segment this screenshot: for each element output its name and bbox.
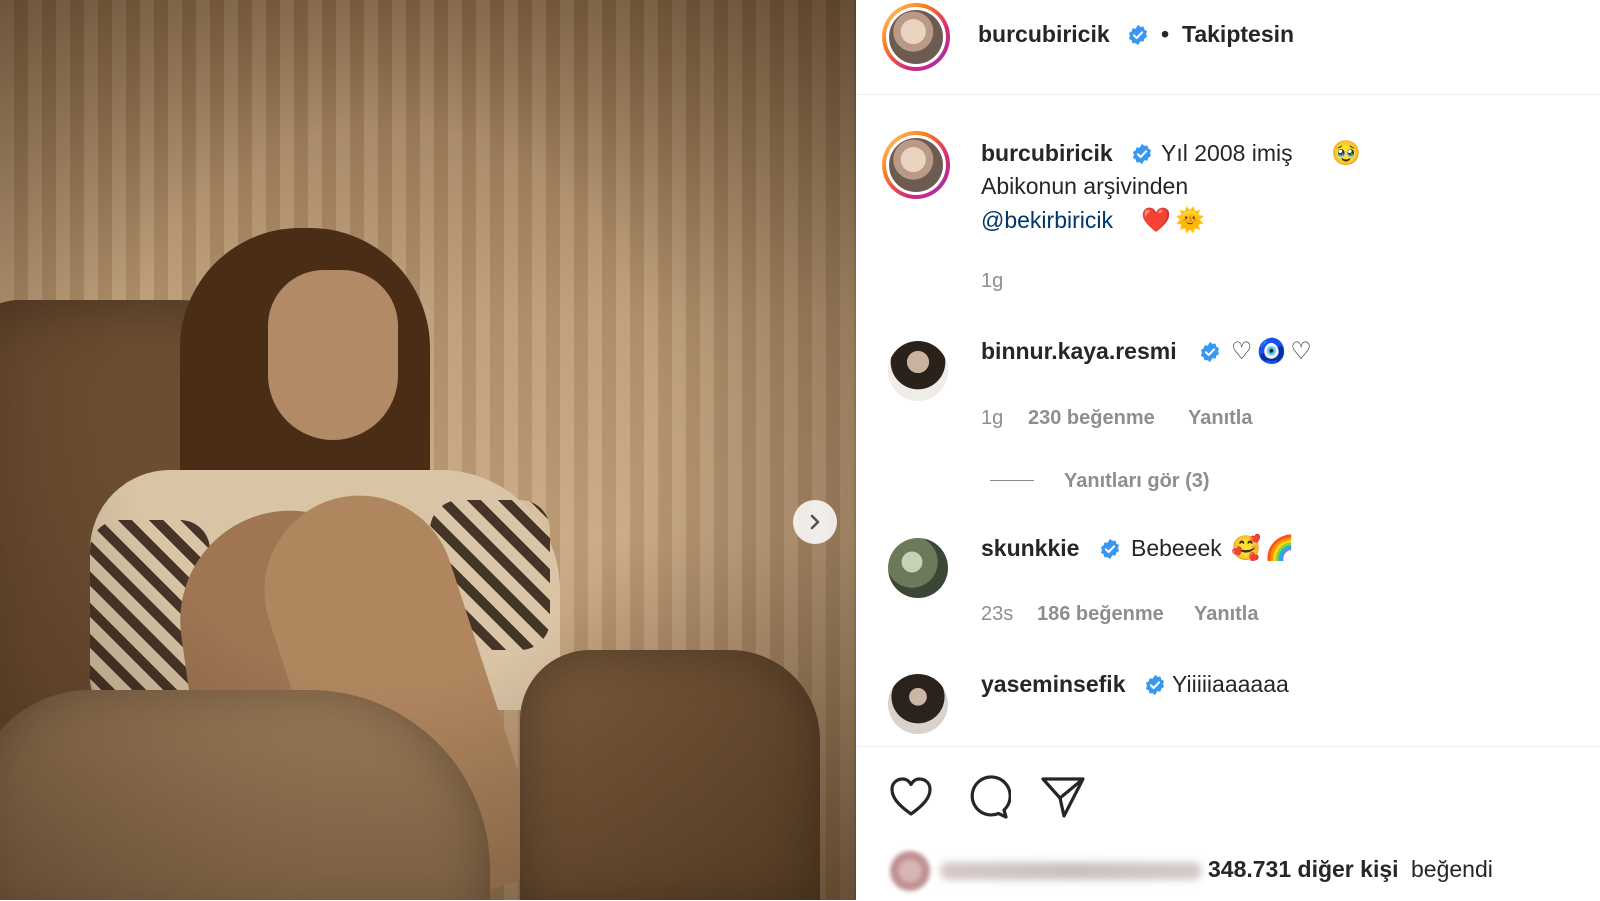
comment-username[interactable]: skunkkie: [981, 535, 1079, 562]
author-avatar[interactable]: [882, 3, 950, 71]
caption-mention-link[interactable]: @bekirbiricik: [981, 207, 1113, 234]
comment-likes[interactable]: 186 beğenme: [1037, 603, 1164, 626]
caption-timestamp[interactable]: 1g: [981, 270, 1003, 293]
post-side-panel: burcubiricik • Takiptesin burcubiricik Y…: [856, 0, 1600, 900]
verified-badge-icon: [1145, 674, 1165, 696]
liker-name-blurred: [940, 862, 1202, 880]
like-heart-icon[interactable]: [887, 773, 935, 821]
post-photo[interactable]: [0, 0, 856, 900]
view-replies-button[interactable]: Yanıtları gör (3): [1064, 470, 1210, 493]
comment-text: Bebeeek: [1131, 535, 1222, 561]
share-send-icon[interactable]: [1039, 773, 1087, 821]
comment-username[interactable]: binnur.kaya.resmi: [981, 338, 1177, 365]
photo-vignette: [0, 0, 856, 900]
verified-badge-icon: [1200, 341, 1220, 363]
likes-suffix: beğendi: [1411, 856, 1493, 882]
follow-status-button[interactable]: Takiptesin: [1182, 21, 1294, 48]
caption-emoji: 🥹: [1331, 139, 1361, 167]
comment-emoji: 🥰🌈: [1231, 534, 1299, 562]
comment-likes[interactable]: 230 beğenme: [1028, 407, 1155, 430]
liker-avatar-blurred[interactable]: [890, 851, 930, 891]
comment-timestamp[interactable]: 1g: [981, 407, 1003, 430]
comment-timestamp[interactable]: 23s: [981, 603, 1013, 626]
caption-sun-emoji: 🌞: [1175, 206, 1205, 234]
caption-text-line1: Yıl 2008 imiş: [1161, 140, 1293, 166]
replies-divider: [990, 480, 1034, 481]
comment-bubble-icon[interactable]: [963, 773, 1011, 821]
caption-text-line2: Abikonun arşivinden: [981, 173, 1189, 199]
comment-text: Yiiiiiaaaaaa: [1172, 671, 1289, 697]
author-username[interactable]: burcubiricik: [978, 21, 1110, 48]
reply-button[interactable]: Yanıtla: [1188, 407, 1252, 430]
comment-username[interactable]: yaseminsefik: [981, 671, 1125, 698]
verified-badge-icon: [1128, 24, 1148, 46]
next-photo-button[interactable]: [793, 500, 837, 544]
caption-author-username[interactable]: burcubiricik: [981, 140, 1113, 167]
comment-text: ♡🧿♡: [1231, 337, 1316, 365]
commenter-avatar[interactable]: [888, 341, 948, 401]
likes-count[interactable]: 348.731 diğer kişi: [1208, 856, 1399, 883]
header-separator: •: [1161, 21, 1170, 47]
caption-heart-emoji: ❤️: [1141, 206, 1171, 234]
caption-author-avatar[interactable]: [882, 131, 950, 199]
verified-badge-icon: [1100, 538, 1120, 560]
verified-badge-icon: [1132, 143, 1152, 165]
commenter-avatar[interactable]: [888, 538, 948, 598]
commenter-avatar[interactable]: [888, 674, 948, 734]
chevron-right-icon: [810, 514, 820, 530]
reply-button[interactable]: Yanıtla: [1194, 603, 1258, 626]
post-header: burcubiricik • Takiptesin: [856, 0, 1600, 95]
post-actions-bar: 348.731 diğer kişi beğendi: [856, 746, 1600, 901]
